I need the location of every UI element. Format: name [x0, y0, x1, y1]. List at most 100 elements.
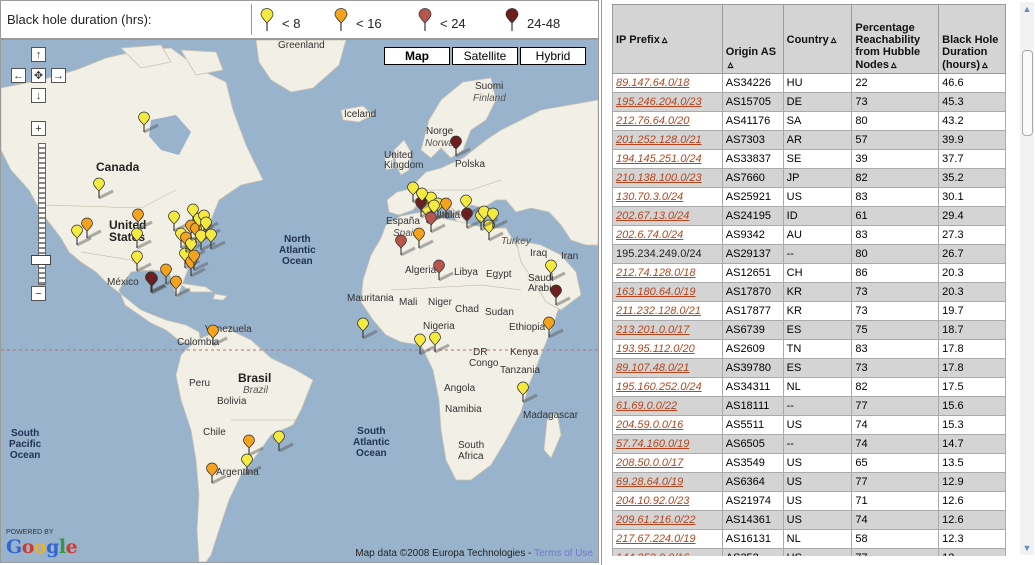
- vertical-scrollbar[interactable]: ▲ ▼: [1020, 2, 1034, 555]
- cell-ip-prefix[interactable]: 61.69.0.0/22: [612, 396, 723, 416]
- map-type-map-button[interactable]: Map: [384, 47, 450, 65]
- map-type-satellite-button[interactable]: Satellite: [452, 47, 518, 65]
- scroll-up-icon[interactable]: ▲: [1020, 2, 1034, 16]
- cell-ip-prefix[interactable]: 217.67.224.0/19: [612, 529, 723, 549]
- cell-ip-prefix[interactable]: 202.6.74.0/24: [612, 225, 723, 245]
- cell-ip-prefix[interactable]: 89.147.64.0/18: [612, 73, 723, 93]
- cell-country: US: [782, 453, 853, 473]
- pan-down-icon[interactable]: ↓: [31, 88, 46, 103]
- cell-country: TN: [782, 339, 853, 359]
- map-marker[interactable]: [433, 259, 454, 282]
- table-row: 217.67.224.0/19 AS16131 NL 58 12.3: [612, 529, 1006, 549]
- cell-ip-prefix[interactable]: 144.252.0.0/16: [612, 548, 723, 556]
- cell-reachability: 74: [851, 510, 940, 530]
- cell-origin-as: AS6364: [721, 472, 784, 492]
- map-marker[interactable]: [131, 227, 152, 250]
- cell-duration: 29.4: [938, 206, 1006, 226]
- map-marker[interactable]: [241, 453, 262, 476]
- cell-ip-prefix[interactable]: 210.138.100.0/23: [612, 168, 723, 188]
- map-marker[interactable]: [132, 208, 153, 231]
- map-type-hybrid-button[interactable]: Hybrid: [520, 47, 586, 65]
- cell-ip-prefix[interactable]: 57.74.160.0/19: [612, 434, 723, 454]
- col-origin-as[interactable]: Origin AS▵: [721, 4, 784, 74]
- cell-ip-prefix[interactable]: 193.95.112.0/20: [612, 339, 723, 359]
- cell-origin-as: AS7660: [721, 168, 784, 188]
- cell-ip-prefix[interactable]: 204.59.0.0/16: [612, 415, 723, 435]
- zoom-slider-handle[interactable]: [31, 255, 51, 265]
- map-marker[interactable]: [357, 317, 378, 340]
- cell-ip-prefix[interactable]: 212.76.64.0/20: [612, 111, 723, 131]
- darkred-pin-icon: [505, 8, 519, 31]
- map-marker[interactable]: [517, 381, 538, 404]
- cell-ip-prefix[interactable]: 213.201.0.0/17: [612, 320, 723, 340]
- terms-of-use-link[interactable]: Terms of Use: [534, 548, 593, 559]
- cell-duration: 18.7: [938, 320, 1006, 340]
- col-reachability[interactable]: Percentage Reachability from Hubble Node…: [851, 4, 940, 74]
- table-row: 209.61.216.0/22 AS14361 US 74 12.6: [612, 510, 1006, 530]
- cell-ip-prefix[interactable]: 211.232.128.0/21: [612, 301, 723, 321]
- pan-up-icon[interactable]: ↑: [31, 47, 46, 62]
- scrollbar-thumb[interactable]: [1022, 50, 1033, 136]
- cell-reachability: 71: [851, 491, 940, 511]
- cell-ip-prefix[interactable]: 195.160.252.0/24: [612, 377, 723, 397]
- map-marker[interactable]: [543, 316, 564, 339]
- map-marker[interactable]: [550, 284, 571, 307]
- table-scroll-area[interactable]: IP Prefix ▵ Origin AS▵ Country ▵ Percentag…: [612, 4, 1012, 556]
- cell-ip-prefix[interactable]: 212.74.128.0/18: [612, 263, 723, 283]
- cell-country: CH: [782, 263, 853, 283]
- map-marker[interactable]: [243, 434, 264, 457]
- orange-pin-icon: [334, 8, 348, 31]
- cell-ip-prefix[interactable]: 89.107.48.0/21: [612, 358, 723, 378]
- cell-ip-prefix[interactable]: 69.28.64.0/19: [612, 472, 723, 492]
- map-marker[interactable]: [131, 250, 152, 273]
- yellow-pin-icon: [260, 8, 274, 31]
- scroll-down-icon[interactable]: ▼: [1020, 541, 1034, 555]
- zoom-out-icon[interactable]: −: [31, 286, 46, 301]
- cell-ip-prefix[interactable]: 201.252.128.0/21: [612, 130, 723, 150]
- cell-country: --: [782, 244, 853, 264]
- cell-origin-as: AS17877: [721, 301, 784, 321]
- map-marker[interactable]: [207, 324, 228, 347]
- powered-by-text: POWERED BY: [6, 529, 54, 536]
- cell-ip-prefix[interactable]: 194.145.251.0/24: [612, 149, 723, 169]
- cell-ip-prefix[interactable]: 130.70.3.0/24: [612, 187, 723, 207]
- cell-ip-prefix[interactable]: 163.180.64.0/19: [612, 282, 723, 302]
- map-marker[interactable]: [273, 430, 294, 453]
- cell-reachability: 61: [851, 206, 940, 226]
- cell-duration: 17.8: [938, 339, 1006, 359]
- map-marker[interactable]: [81, 217, 102, 240]
- legend-label-lt8: < 8: [282, 15, 301, 31]
- col-country[interactable]: Country ▵: [782, 4, 853, 74]
- cell-ip-prefix[interactable]: 209.61.216.0/22: [612, 510, 723, 530]
- map-marker[interactable]: [545, 259, 566, 282]
- map-marker[interactable]: [93, 177, 114, 200]
- map-marker[interactable]: [450, 135, 471, 158]
- map-marker[interactable]: [395, 234, 416, 257]
- world-map[interactable]: Greenland Iceland Suomi Finland Norge No…: [0, 39, 599, 563]
- map-marker[interactable]: [206, 462, 227, 485]
- table-row: 57.74.160.0/19 AS6505 -- 74 14.7: [612, 434, 1006, 454]
- cell-ip-prefix[interactable]: 195.246.204.0/23: [612, 92, 723, 112]
- zoom-in-icon[interactable]: +: [31, 121, 46, 136]
- google-logo-text: Google: [6, 536, 78, 558]
- recenter-icon[interactable]: ✥: [31, 68, 46, 83]
- map-marker[interactable]: [138, 111, 159, 134]
- map-type-control: Map Satellite Hybrid: [382, 47, 586, 65]
- pan-right-icon[interactable]: →: [51, 68, 66, 83]
- map-marker[interactable]: [170, 275, 191, 298]
- cell-reachability: 73: [851, 92, 940, 112]
- legend-item-lt24: < 24: [418, 8, 466, 32]
- cell-ip-prefix[interactable]: 208.50.0.0/17: [612, 453, 723, 473]
- cell-ip-prefix[interactable]: 204.10.92.0/23: [612, 491, 723, 511]
- sort-icon: ▵: [891, 59, 897, 71]
- col-ip-prefix[interactable]: IP Prefix ▵: [612, 4, 723, 74]
- cell-reachability: 80: [851, 111, 940, 131]
- pan-left-icon[interactable]: ←: [11, 68, 26, 83]
- cell-duration: 12.3: [938, 529, 1006, 549]
- table-row: 69.28.64.0/19 AS6364 US 77 12.9: [612, 472, 1006, 492]
- map-marker[interactable]: [413, 227, 434, 250]
- col-duration[interactable]: Black Hole Duration (hours) ▵: [938, 4, 1006, 74]
- cell-ip-prefix[interactable]: 202.67.13.0/24: [612, 206, 723, 226]
- cell-reachability: 65: [851, 453, 940, 473]
- map-marker[interactable]: [168, 210, 189, 233]
